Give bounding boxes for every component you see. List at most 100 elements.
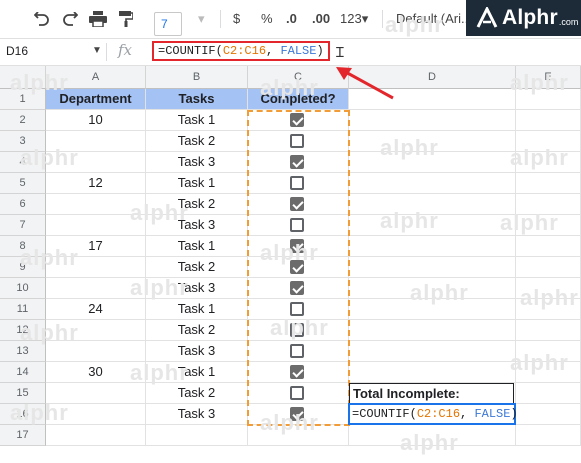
- row-header[interactable]: 13: [0, 341, 46, 362]
- checkbox-unchecked[interactable]: [290, 302, 304, 316]
- grid-cell[interactable]: [349, 131, 516, 152]
- department-cell[interactable]: [46, 131, 146, 152]
- paint-format-icon[interactable]: [116, 10, 136, 28]
- grid-cell[interactable]: [349, 404, 516, 425]
- decrease-decimal-button[interactable]: .0: [286, 11, 297, 26]
- department-cell[interactable]: 17: [46, 236, 146, 257]
- undo-icon[interactable]: [32, 10, 52, 28]
- completed-cell[interactable]: [248, 173, 349, 194]
- zoom-select[interactable]: 7: [154, 12, 182, 36]
- more-formats-button[interactable]: 123▾: [340, 11, 368, 27]
- department-cell[interactable]: [46, 257, 146, 278]
- grid-cell[interactable]: [516, 131, 581, 152]
- checkbox-unchecked[interactable]: [290, 344, 304, 358]
- currency-button[interactable]: $: [233, 11, 240, 26]
- completed-cell[interactable]: [248, 341, 349, 362]
- grid-cell[interactable]: [516, 152, 581, 173]
- task-cell[interactable]: Task 1: [146, 110, 248, 131]
- checkbox-checked[interactable]: [290, 239, 304, 253]
- task-cell[interactable]: Task 3: [146, 404, 248, 425]
- checkbox-unchecked[interactable]: [290, 323, 304, 337]
- completed-cell[interactable]: [248, 110, 349, 131]
- row-header[interactable]: 12: [0, 320, 46, 341]
- header-cell-tasks[interactable]: Tasks: [146, 89, 248, 110]
- header-cell-department[interactable]: Department: [46, 89, 146, 110]
- task-cell[interactable]: Task 3: [146, 278, 248, 299]
- department-cell[interactable]: 12: [46, 173, 146, 194]
- grid-cell[interactable]: [516, 278, 581, 299]
- checkbox-checked[interactable]: [290, 197, 304, 211]
- grid-cell[interactable]: [349, 236, 516, 257]
- completed-cell[interactable]: [248, 320, 349, 341]
- completed-cell[interactable]: [248, 194, 349, 215]
- row-header[interactable]: 3: [0, 131, 46, 152]
- checkbox-checked[interactable]: [290, 260, 304, 274]
- department-cell[interactable]: [46, 152, 146, 173]
- completed-cell[interactable]: [248, 404, 349, 425]
- grid-cell[interactable]: [516, 404, 581, 425]
- task-cell[interactable]: Task 2: [146, 194, 248, 215]
- completed-cell[interactable]: [248, 257, 349, 278]
- grid-cell[interactable]: [349, 278, 516, 299]
- name-box[interactable]: D16: [6, 44, 28, 58]
- grid-cell[interactable]: [349, 299, 516, 320]
- task-cell[interactable]: Task 2: [146, 131, 248, 152]
- checkbox-checked[interactable]: [290, 281, 304, 295]
- column-header-b[interactable]: B: [146, 66, 248, 89]
- grid-cell[interactable]: [349, 425, 516, 446]
- row-header[interactable]: 7: [0, 215, 46, 236]
- completed-cell[interactable]: [248, 362, 349, 383]
- row-header[interactable]: 1: [0, 89, 46, 110]
- row-header[interactable]: 5: [0, 173, 46, 194]
- grid-cell[interactable]: [146, 425, 248, 446]
- grid-cell[interactable]: [349, 341, 516, 362]
- completed-cell[interactable]: [248, 383, 349, 404]
- completed-cell[interactable]: [248, 278, 349, 299]
- row-header[interactable]: 15: [0, 383, 46, 404]
- task-cell[interactable]: Task 2: [146, 320, 248, 341]
- grid-cell[interactable]: [516, 299, 581, 320]
- task-cell[interactable]: Task 2: [146, 383, 248, 404]
- checkbox-unchecked[interactable]: [290, 386, 304, 400]
- task-cell[interactable]: Task 3: [146, 341, 248, 362]
- department-cell[interactable]: 24: [46, 299, 146, 320]
- grid-cell[interactable]: [248, 425, 349, 446]
- grid-cell[interactable]: [349, 215, 516, 236]
- row-header[interactable]: 16: [0, 404, 46, 425]
- grid-cell[interactable]: [516, 383, 581, 404]
- formula-input[interactable]: =COUNTIF(C2:C16, FALSE): [152, 41, 330, 61]
- grid-cell[interactable]: [516, 194, 581, 215]
- grid-cell[interactable]: [516, 173, 581, 194]
- department-cell[interactable]: [46, 404, 146, 425]
- redo-icon[interactable]: [60, 10, 80, 28]
- department-cell[interactable]: 30: [46, 362, 146, 383]
- grid-cell[interactable]: [349, 173, 516, 194]
- row-header[interactable]: 4: [0, 152, 46, 173]
- name-box-caret-icon[interactable]: ▼: [92, 45, 102, 56]
- row-header[interactable]: 10: [0, 278, 46, 299]
- grid-cell[interactable]: [516, 236, 581, 257]
- task-cell[interactable]: Task 1: [146, 299, 248, 320]
- row-header[interactable]: 11: [0, 299, 46, 320]
- task-cell[interactable]: Task 1: [146, 236, 248, 257]
- grid-cell[interactable]: [516, 320, 581, 341]
- grid-cell[interactable]: [516, 425, 581, 446]
- row-header[interactable]: 14: [0, 362, 46, 383]
- grid-cell[interactable]: [46, 425, 146, 446]
- department-cell[interactable]: [46, 320, 146, 341]
- completed-cell[interactable]: [248, 236, 349, 257]
- department-cell[interactable]: [46, 278, 146, 299]
- font-family-select[interactable]: Default (Ari...: [396, 11, 472, 26]
- completed-cell[interactable]: [248, 152, 349, 173]
- checkbox-unchecked[interactable]: [290, 218, 304, 232]
- completed-cell[interactable]: [248, 299, 349, 320]
- grid-cell[interactable]: [516, 110, 581, 131]
- checkbox-checked[interactable]: [290, 365, 304, 379]
- grid-cell[interactable]: [349, 194, 516, 215]
- department-cell[interactable]: [46, 215, 146, 236]
- department-cell[interactable]: [46, 341, 146, 362]
- percent-button[interactable]: %: [261, 11, 273, 26]
- grid-cell[interactable]: [349, 362, 516, 383]
- row-header[interactable]: 6: [0, 194, 46, 215]
- increase-decimal-button[interactable]: .00: [312, 11, 330, 26]
